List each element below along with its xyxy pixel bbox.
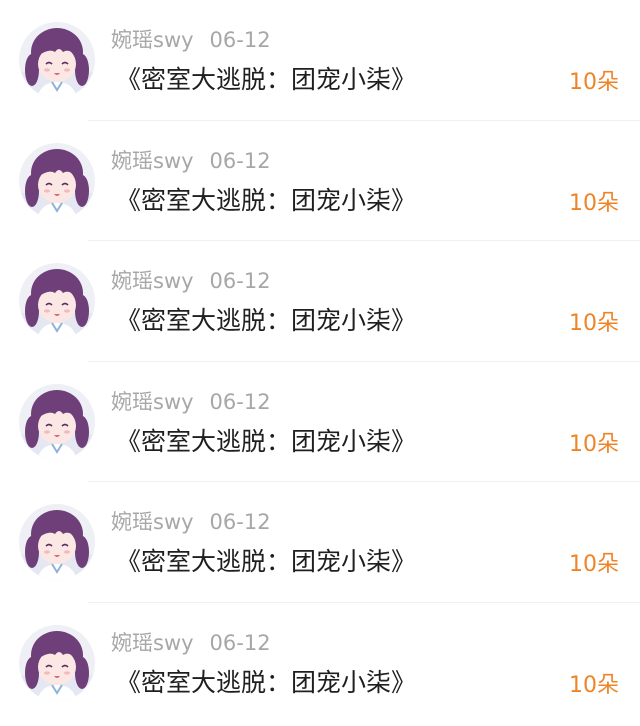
date: 06-12 <box>209 389 271 414</box>
username[interactable]: 婉瑶swy <box>111 631 194 655</box>
avatar[interactable] <box>19 383 95 460</box>
gift-count: 10朵 <box>569 70 619 95</box>
list-item[interactable]: 婉瑶swy 06-12 《密室大逃脱：团宠小柒》 10朵 <box>0 121 640 241</box>
gift-count: 10朵 <box>569 311 619 336</box>
gift-count: 10朵 <box>569 552 619 577</box>
avatar[interactable] <box>19 142 95 219</box>
item-meta: 婉瑶swy 06-12 <box>111 24 271 56</box>
item-title[interactable]: 《密室大逃脱：团宠小柒》 <box>116 181 416 221</box>
list-item[interactable]: 婉瑶swy 06-12 《密室大逃脱：团宠小柒》 10朵 <box>0 603 640 724</box>
avatar[interactable] <box>19 624 95 701</box>
item-title[interactable]: 《密室大逃脱：团宠小柒》 <box>116 663 416 703</box>
list-item[interactable]: 婉瑶swy 06-12 《密室大逃脱：团宠小柒》 10朵 <box>0 362 640 482</box>
anime-girl-avatar-icon <box>19 142 95 219</box>
username[interactable]: 婉瑶swy <box>111 510 194 534</box>
item-meta: 婉瑶swy 06-12 <box>111 145 271 177</box>
username[interactable]: 婉瑶swy <box>111 269 194 293</box>
list-item[interactable]: 婉瑶swy 06-12 《密室大逃脱：团宠小柒》 10朵 <box>0 241 640 362</box>
date: 06-12 <box>209 148 271 173</box>
item-title[interactable]: 《密室大逃脱：团宠小柒》 <box>116 301 416 341</box>
username[interactable]: 婉瑶swy <box>111 390 194 414</box>
avatar[interactable] <box>19 504 95 580</box>
anime-girl-avatar-icon <box>19 383 95 460</box>
item-meta: 婉瑶swy 06-12 <box>111 506 271 538</box>
username[interactable]: 婉瑶swy <box>111 28 194 52</box>
gift-record-list: 婉瑶swy 06-12 《密室大逃脱：团宠小柒》 10朵 婉瑶swy 06-12… <box>0 0 640 726</box>
gift-count: 10朵 <box>569 672 619 698</box>
item-title[interactable]: 《密室大逃脱：团宠小柒》 <box>116 422 416 462</box>
date: 06-12 <box>209 510 271 534</box>
item-meta: 婉瑶swy 06-12 <box>111 265 271 297</box>
date: 06-12 <box>209 630 271 655</box>
avatar[interactable] <box>19 22 95 98</box>
anime-girl-avatar-icon <box>19 263 95 339</box>
item-meta: 婉瑶swy 06-12 <box>111 627 271 659</box>
date: 06-12 <box>209 269 271 293</box>
anime-girl-avatar-icon <box>19 504 95 580</box>
avatar[interactable] <box>19 263 95 339</box>
item-title[interactable]: 《密室大逃脱：团宠小柒》 <box>116 60 416 100</box>
gift-count: 10朵 <box>569 190 619 216</box>
username[interactable]: 婉瑶swy <box>111 149 194 173</box>
list-item[interactable]: 婉瑶swy 06-12 《密室大逃脱：团宠小柒》 10朵 <box>0 482 640 603</box>
anime-girl-avatar-icon <box>19 624 95 701</box>
list-item[interactable]: 婉瑶swy 06-12 《密室大逃脱：团宠小柒》 10朵 <box>0 0 640 121</box>
anime-girl-avatar-icon <box>19 22 95 98</box>
item-title[interactable]: 《密室大逃脱：团宠小柒》 <box>116 542 416 582</box>
gift-count: 10朵 <box>569 431 619 457</box>
item-meta: 婉瑶swy 06-12 <box>111 386 271 418</box>
date: 06-12 <box>209 28 271 52</box>
